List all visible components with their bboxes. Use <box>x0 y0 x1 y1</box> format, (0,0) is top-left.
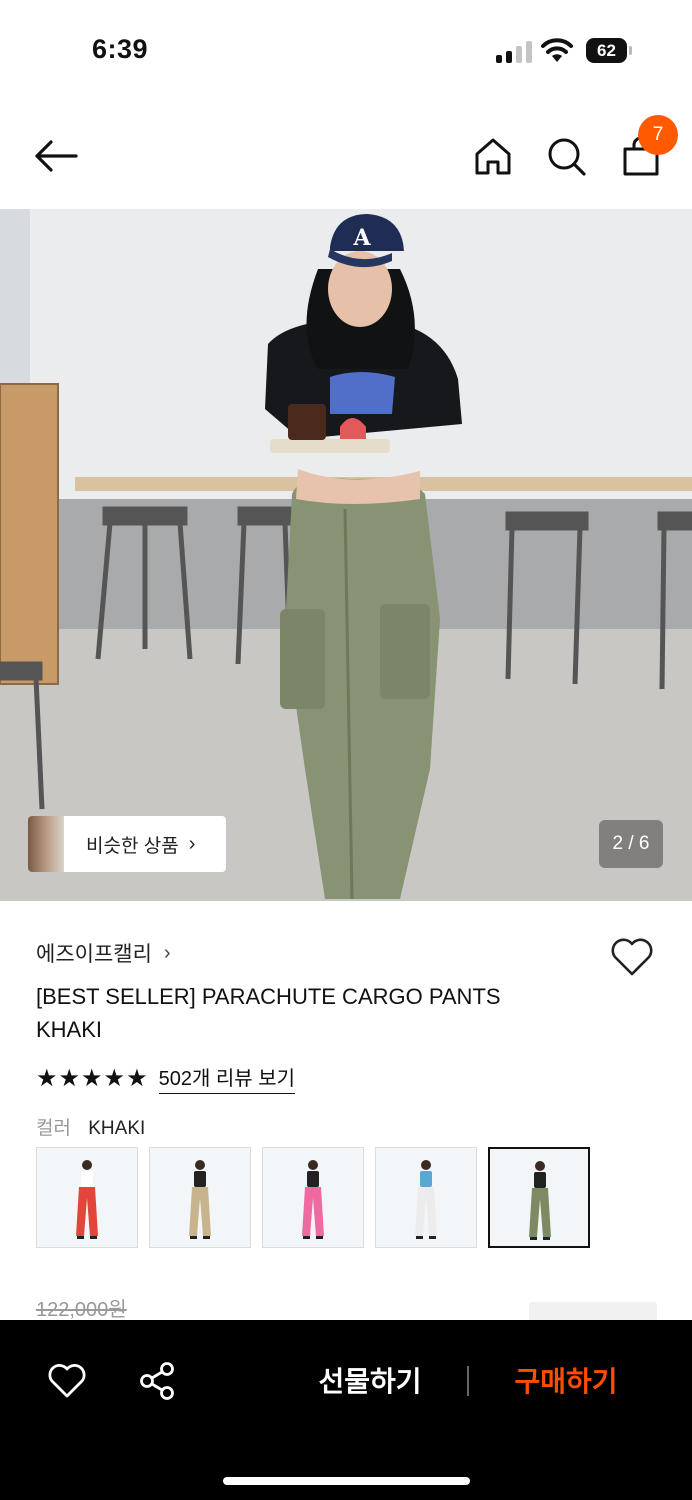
product-title: [BEST SELLER] PARACHUTE CARGO PANTS KHAK… <box>36 984 501 1042</box>
cellular-signal-icon <box>496 41 532 63</box>
color-swatch-white[interactable] <box>375 1147 477 1248</box>
review-link[interactable]: 502개 리뷰 보기 <box>158 1062 296 1094</box>
coupon-button[interactable] <box>529 1302 657 1322</box>
status-bar: 6:39 62 <box>0 0 692 100</box>
swatch-model-figure <box>302 1160 324 1239</box>
product-photo: A <box>0 209 692 901</box>
home-icon[interactable] <box>472 135 514 177</box>
color-value: KHAKI <box>88 1118 146 1139</box>
top-nav <box>0 110 692 206</box>
color-label: 컬러 <box>36 1118 71 1139</box>
buy-button[interactable]: 구매하기 <box>496 1358 636 1406</box>
heart-icon[interactable] <box>47 1363 87 1399</box>
gift-button[interactable]: 선물하기 <box>300 1358 440 1406</box>
bottom-action-bar: 선물하기 구매하기 <box>0 1320 692 1500</box>
similar-products-button[interactable]: 비슷한 상품 › <box>28 816 226 872</box>
color-swatch-beige[interactable] <box>149 1147 251 1248</box>
search-icon[interactable] <box>545 135 587 177</box>
battery-level: 62 <box>586 38 627 63</box>
home-indicator[interactable] <box>223 1477 470 1485</box>
chevron-right-icon: › <box>163 941 171 964</box>
arrow-left-icon[interactable] <box>32 138 78 174</box>
swatch-model-figure <box>189 1160 211 1239</box>
image-page-indicator: 2 / 6 <box>599 820 663 868</box>
brand-name: 에즈이프캘리 <box>36 943 152 966</box>
color-swatch-red[interactable] <box>36 1147 138 1248</box>
status-time: 6:39 <box>92 34 149 64</box>
brand-link[interactable]: 에즈이프캘리 › <box>36 938 171 968</box>
chevron-right-icon: › <box>188 832 196 855</box>
divider <box>467 1366 469 1396</box>
swatch-model-figure <box>76 1160 98 1239</box>
svg-text:A: A <box>352 225 371 251</box>
share-icon[interactable] <box>138 1361 176 1401</box>
swatch-model-figure <box>415 1160 437 1239</box>
product-image-carousel[interactable]: A <box>0 209 692 901</box>
rating-stars: ★★★★★ <box>36 1064 149 1092</box>
cart-count-badge: 7 <box>638 115 678 155</box>
similar-products-thumbnail <box>28 816 64 872</box>
heart-icon[interactable] <box>610 937 654 977</box>
swatch-model-figure <box>529 1161 551 1240</box>
original-price: 122,000원 <box>36 1299 127 1321</box>
color-swatch-khaki[interactable] <box>488 1147 590 1248</box>
color-row: 컬러 KHAKI <box>36 1113 145 1140</box>
rating-row: ★★★★★ 502개 리뷰 보기 <box>36 1062 296 1094</box>
similar-products-label: 비슷한 상품 <box>86 835 179 857</box>
color-swatches <box>36 1147 590 1248</box>
battery-icon: 62 <box>586 38 632 63</box>
wifi-icon <box>541 38 573 62</box>
color-swatch-pink[interactable] <box>262 1147 364 1248</box>
